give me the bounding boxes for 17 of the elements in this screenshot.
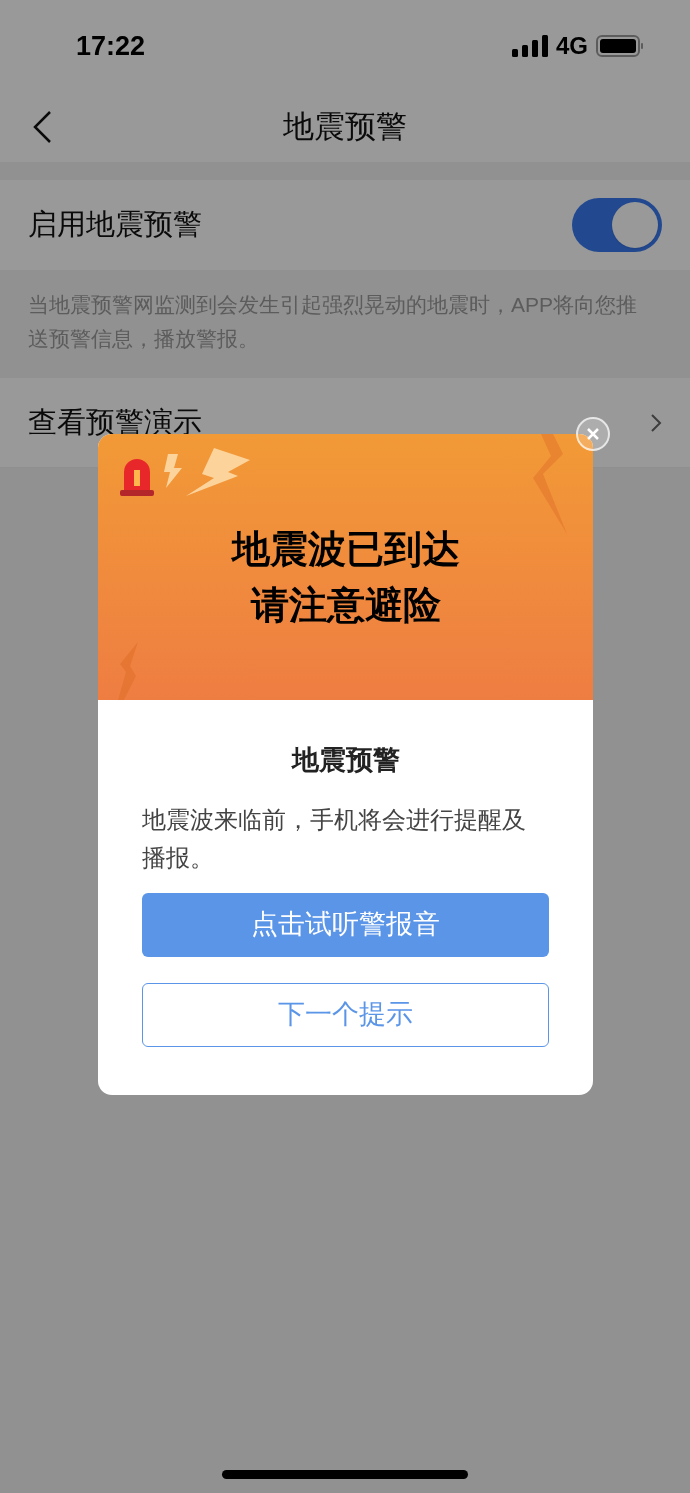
alert-headline: 地震波已到达: [231, 527, 460, 572]
setting-label: 启用地震预警: [28, 207, 202, 243]
primary-button[interactable]: 点击试听警报音: [142, 892, 549, 957]
page-title: 地震预警: [283, 107, 407, 146]
secondary-button[interactable]: 下一个提示: [142, 982, 549, 1047]
status-time: 17:22: [76, 29, 146, 63]
close-icon: [586, 427, 600, 441]
network-type: 4G: [556, 31, 588, 61]
signal-icon: [512, 35, 548, 57]
siren-icon: [118, 456, 156, 498]
dialog-body: 地震波来临前，手机将会进行提醒及播报。: [142, 804, 527, 873]
back-icon[interactable]: [32, 110, 52, 144]
close-button[interactable]: [576, 417, 610, 451]
dialog-title: 地震预警: [291, 744, 400, 777]
toggle-switch[interactable]: [572, 198, 662, 252]
alert-headline: 请注意避险: [250, 583, 441, 628]
chevron-icon: [650, 412, 662, 433]
